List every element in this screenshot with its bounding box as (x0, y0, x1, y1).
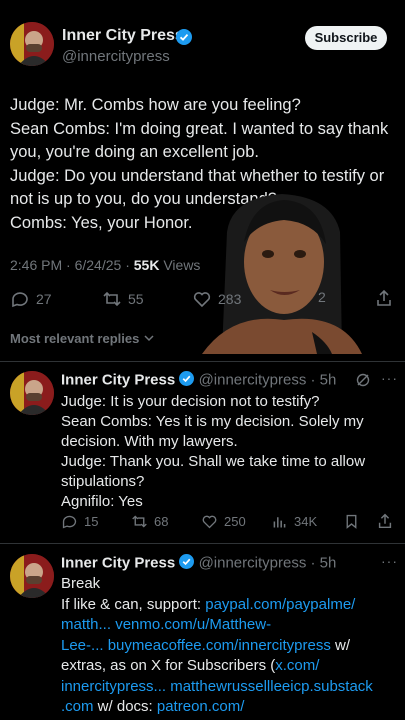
author-name[interactable]: Inner City Press (61, 371, 175, 388)
avatar[interactable] (10, 371, 54, 415)
verified-badge-icon (176, 29, 192, 50)
venmo-link-continued[interactable]: Lee-... (61, 637, 104, 654)
separator-dot: · (125, 257, 134, 273)
bookmark-icon[interactable] (343, 513, 360, 535)
repost-icon (131, 513, 148, 530)
share-button[interactable] (374, 288, 394, 313)
views-button[interactable]: 34K (271, 513, 317, 530)
docs-text: w/ docs: (93, 698, 157, 715)
tweet-date: 6/24/25 (74, 257, 122, 273)
reply-text: Judge: It is your decision not to testif… (61, 393, 366, 510)
text-suffix: w/ (330, 636, 351, 654)
bookmark-count: 2 (318, 289, 326, 305)
extras-text: extras, as on X for Subscribers ( (61, 657, 276, 674)
reply-line: If like & can, support: paypal.com/paypa… (61, 595, 401, 616)
author-handle[interactable]: @innercitypress (199, 554, 307, 571)
x-link[interactable]: x.com/ (275, 657, 319, 674)
author-handle[interactable]: @innercitypress (62, 48, 170, 65)
heart-icon (192, 289, 212, 309)
verified-badge-icon (179, 371, 195, 390)
tweet-time: 2:46 PM (10, 257, 63, 273)
reply-icon (10, 289, 30, 309)
venmo-link[interactable]: venmo.com/u/Matthew- (111, 616, 271, 633)
views-count: 34K (294, 514, 318, 529)
more-options-icon[interactable]: ··· (381, 370, 398, 386)
speaker-video-overlay (192, 192, 370, 354)
share-icon[interactable] (376, 512, 394, 535)
more-options-icon[interactable]: ··· (381, 553, 398, 569)
sort-label: Most relevant replies (10, 331, 140, 346)
reply-line: Break (61, 575, 101, 592)
reply-line: innercitypress... matthewrussellleeicp.s… (61, 677, 401, 698)
chevron-down-icon (143, 332, 155, 347)
reply-line: matth... venmo.com/u/Matthew- (61, 615, 401, 636)
patreon-link[interactable]: patreon.com/ (157, 698, 245, 715)
repost-count: 55 (128, 291, 144, 307)
author-name[interactable]: Inner City Press (61, 554, 175, 571)
reply-icon (61, 513, 78, 530)
views-chart-icon (271, 513, 288, 530)
like-count: 250 (224, 514, 246, 529)
paypal-link-continued[interactable]: matth... (61, 616, 111, 633)
subscribe-button[interactable]: Subscribe (305, 26, 387, 50)
buymeacoffee-link[interactable]: buymeacoffee.com/innercitypress (104, 637, 331, 654)
reply-count: 15 (84, 514, 99, 529)
views-count: 55K (133, 257, 160, 273)
reply-text: Break If like & can, support: paypal.com… (61, 574, 401, 718)
x-link-continued[interactable]: innercitypress... (61, 678, 166, 695)
reply-age: 5h (319, 554, 337, 572)
author-name[interactable]: Inner City Press (62, 27, 184, 45)
tweet-timestamp: 2:46 PM · 6/24/25 · 55K Views (10, 257, 200, 273)
reply-line: .com w/ docs: patreon.com/ (61, 697, 401, 718)
like-count: 283 (218, 291, 242, 307)
like-button[interactable]: 283 (192, 289, 241, 309)
separator-dot: · (306, 371, 320, 389)
separator-dot: · (66, 257, 75, 273)
separator-dot: · (306, 554, 320, 572)
repost-button[interactable]: 68 (131, 513, 168, 530)
reply-header: Inner City Press @innercitypress · 5h (61, 371, 336, 390)
heart-icon (201, 513, 218, 530)
like-button[interactable]: 250 (201, 513, 246, 530)
reply-age: 5h (319, 371, 337, 389)
repost-count: 68 (154, 514, 169, 529)
reply-line: extras, as on X for Subscribers (x.com/ (61, 656, 401, 677)
paypal-link[interactable]: paypal.com/paypalme/ (205, 596, 355, 613)
reply-button[interactable]: 27 (10, 289, 52, 309)
reply-header: Inner City Press @innercitypress · 5h (61, 554, 336, 573)
divider (0, 361, 405, 362)
verified-badge-icon (179, 554, 195, 573)
repost-button[interactable]: 55 (102, 289, 144, 309)
reply-line: Lee-... buymeacoffee.com/innercitypress … (61, 636, 401, 657)
bookmark-button[interactable]: 2 (318, 289, 326, 305)
avatar[interactable] (10, 554, 54, 598)
sort-replies-dropdown[interactable]: Most relevant replies (10, 331, 155, 347)
share-icon (374, 289, 394, 312)
views-label: Views (163, 257, 201, 273)
reply-count: 27 (36, 291, 52, 307)
support-prefix: If like & can, support: (61, 595, 206, 613)
substack-link-continued[interactable]: .com (61, 698, 94, 715)
repost-icon (102, 289, 122, 309)
substack-link[interactable]: matthewrussellleeicp.substack (166, 678, 373, 695)
divider (0, 543, 405, 544)
grok-icon[interactable] (355, 372, 371, 393)
avatar[interactable] (10, 22, 54, 66)
reply-button[interactable]: 15 (61, 513, 98, 530)
author-handle[interactable]: @innercitypress (199, 371, 307, 388)
